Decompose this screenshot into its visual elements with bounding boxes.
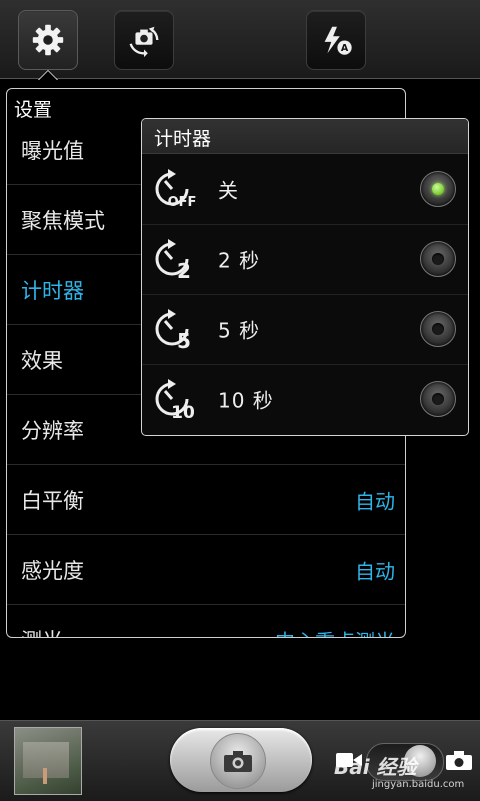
timer-option-label: 关 xyxy=(218,178,239,203)
radio-unselected[interactable] xyxy=(420,311,456,347)
timer-icon-text: 10 xyxy=(171,403,195,422)
setting-iso[interactable]: 感光度 自动 xyxy=(7,535,405,605)
radio-selected[interactable] xyxy=(420,171,456,207)
setting-label: 分辨率 xyxy=(21,418,84,443)
setting-label: 计时器 xyxy=(21,278,84,303)
timer-option-off[interactable]: OFF 关 xyxy=(142,154,468,225)
setting-label: 感光度 xyxy=(21,558,84,583)
timer-2s-icon: 2 xyxy=(155,239,191,282)
setting-label: 效果 xyxy=(21,348,63,373)
flash-mode-button[interactable]: A xyxy=(306,10,366,70)
setting-label: 白平衡 xyxy=(21,488,84,513)
radio-unselected[interactable] xyxy=(420,241,456,277)
timer-icon-text: 2 xyxy=(177,259,191,282)
switch-camera-icon xyxy=(129,26,159,58)
timer-option-label: 2 秒 xyxy=(218,248,261,273)
top-toolbar: A xyxy=(0,0,480,79)
gallery-thumbnail[interactable] xyxy=(14,727,82,795)
timer-option-10s[interactable]: 10 10 秒 xyxy=(142,364,468,434)
timer-icon-text: 5 xyxy=(177,329,191,352)
timer-option-label: 10 秒 xyxy=(218,388,274,413)
popup-header: 计时器 xyxy=(142,119,468,154)
setting-label: 曝光值 xyxy=(21,138,84,163)
setting-label: 测光 xyxy=(21,625,63,638)
watermark-logo: Bai 经验 xyxy=(334,755,417,779)
setting-white-balance[interactable]: 白平衡 自动 xyxy=(7,465,405,535)
timer-5s-icon: 5 xyxy=(155,309,191,352)
timer-10s-icon: 10 xyxy=(155,379,195,422)
settings-button[interactable] xyxy=(18,10,78,70)
setting-metering[interactable]: 测光 中心重点测光 xyxy=(7,605,405,638)
camera-mode-icon xyxy=(446,751,472,770)
popup-title: 计时器 xyxy=(154,128,212,150)
timer-popup: 计时器 OFF 关 2 2 秒 5 5 秒 10 10 秒 xyxy=(141,118,469,436)
shutter-button[interactable] xyxy=(170,728,312,792)
setting-value: 中心重点测光 xyxy=(275,625,395,637)
timer-off-icon: OFF xyxy=(155,169,197,210)
camera-icon xyxy=(224,751,252,772)
watermark-url: jingyan.baidu.com xyxy=(372,779,465,790)
gear-icon xyxy=(32,24,64,56)
radio-unselected[interactable] xyxy=(420,381,456,417)
flash-auto-icon: A xyxy=(324,26,352,55)
timer-icon-text: OFF xyxy=(168,195,197,210)
timer-option-5s[interactable]: 5 5 秒 xyxy=(142,294,468,365)
timer-option-2s[interactable]: 2 2 秒 xyxy=(142,224,468,295)
switch-camera-button[interactable] xyxy=(114,10,174,70)
timer-option-label: 5 秒 xyxy=(218,318,261,343)
setting-value: 自动 xyxy=(355,489,395,513)
setting-value: 自动 xyxy=(355,559,395,583)
setting-label: 聚焦模式 xyxy=(21,208,105,233)
bottom-control-bar: Bai 经验 jingyan.baidu.com xyxy=(0,720,480,801)
shutter-knob xyxy=(210,733,266,789)
settings-pointer xyxy=(38,70,58,80)
svg-text:A: A xyxy=(341,43,349,54)
